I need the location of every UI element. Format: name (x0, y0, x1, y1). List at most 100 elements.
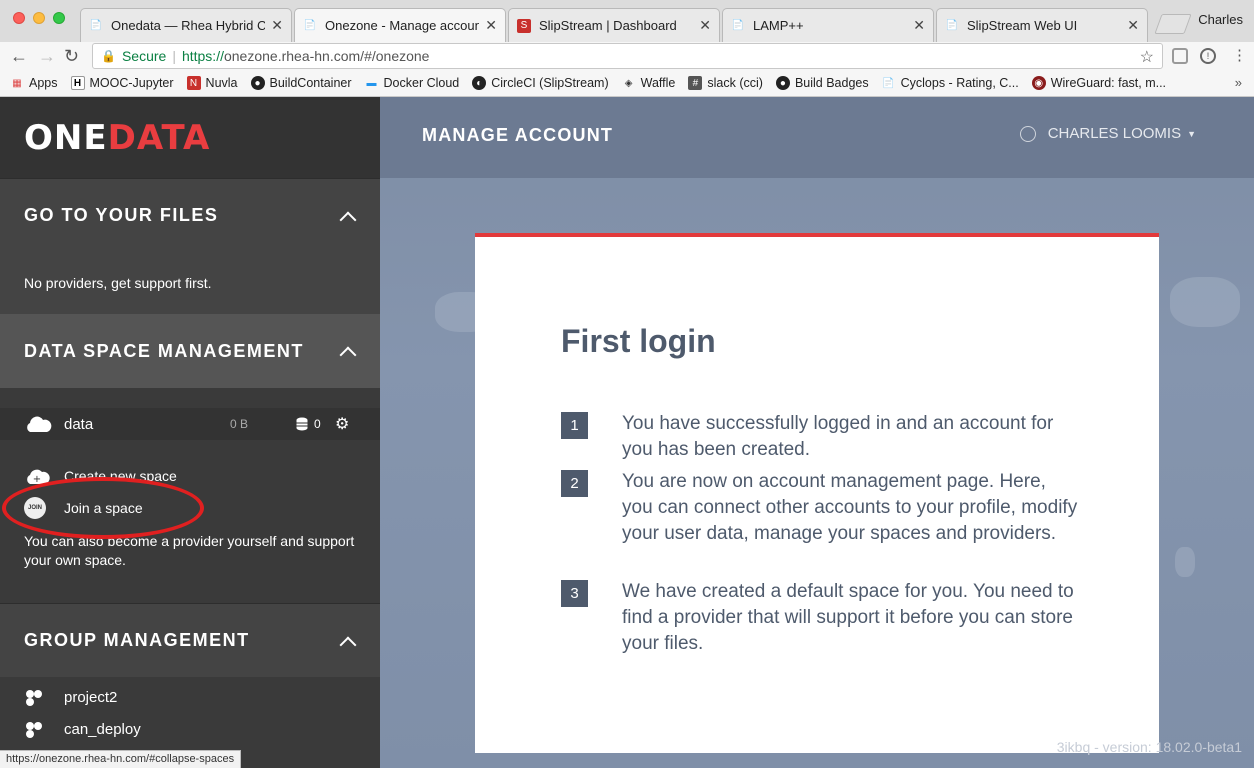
tab-title: Onezone - Manage account (325, 18, 480, 33)
space-name: data (64, 415, 94, 433)
logo-one: ONE (24, 117, 108, 158)
bookmark-circleci[interactable]: ◐ CircleCI (SlipStream) (472, 76, 609, 90)
close-tab-icon[interactable]: ✕ (913, 17, 925, 34)
caret-down-icon: ▼ (1187, 128, 1196, 139)
group-icon (24, 690, 44, 704)
logo[interactable]: ONEDATA (0, 97, 380, 178)
user-menu[interactable]: CHARLES LOOMIS ▼ (1019, 125, 1196, 142)
info-extension-icon[interactable]: ! (1200, 48, 1216, 64)
extension-icon[interactable] (1172, 48, 1188, 64)
step-text: You have successfully logged in and an a… (622, 413, 1054, 460)
chevron-up-icon[interactable] (340, 343, 356, 359)
providers-count: 0 (296, 417, 321, 431)
group-icon (24, 722, 44, 736)
close-window-button[interactable] (13, 12, 25, 24)
profile-name[interactable]: Charles (1198, 12, 1243, 27)
close-tab-icon[interactable]: ✕ (271, 17, 283, 34)
maximize-window-button[interactable] (53, 12, 65, 24)
bookmark-label: MOOC-Jupyter (89, 76, 174, 90)
slipstream-icon: S (517, 18, 531, 33)
bookmark-label: slack (cci) (707, 76, 763, 90)
address-bar[interactable]: 🔒 Secure | https://onezone.rhea-hn.com/#… (92, 43, 1163, 69)
group-item[interactable]: project2 (0, 681, 380, 713)
close-tab-icon[interactable]: ✕ (1127, 17, 1139, 34)
group-name: project2 (64, 688, 118, 706)
space-item[interactable]: data 0 B 0 ⚙ (0, 408, 380, 440)
browser-tab-strip: 📄 Onedata — Rhea Hybrid Clo ✕ 📄 Onezone … (0, 0, 1254, 42)
chevron-up-icon[interactable] (340, 633, 356, 649)
divider: | (172, 48, 176, 64)
bookmark-label: Build Badges (794, 76, 869, 90)
database-icon (296, 417, 308, 431)
browser-tab[interactable]: 📄 LAMP++ ✕ (722, 8, 934, 42)
bookmark-label: Nuvla (205, 76, 238, 90)
bookmark-docker-cloud[interactable]: ▬ Docker Cloud (365, 76, 460, 90)
bookmark-buildcontainer[interactable]: ● BuildContainer (250, 76, 352, 90)
gear-icon[interactable]: ⚙ (335, 414, 349, 434)
version-label: 3ikbq - version: 18.02.0-beta1 (1056, 739, 1242, 755)
tab-title: Onedata — Rhea Hybrid Clo (111, 18, 266, 33)
bookmark-star-icon[interactable]: ☆ (1140, 47, 1154, 67)
bookmark-label: Docker Cloud (383, 76, 460, 90)
close-tab-icon[interactable]: ✕ (699, 17, 711, 34)
waffle-icon: ◈ (624, 77, 633, 89)
wireguard-icon: ◉ (1031, 76, 1046, 90)
bookmarks-overflow-icon[interactable]: » (1235, 75, 1242, 90)
step-number: 1 (561, 412, 588, 439)
slack-icon: # (688, 76, 703, 90)
bookmark-cyclops[interactable]: 📄 Cyclops - Rating, C... (882, 76, 1019, 90)
main-content: MANAGE ACCOUNT CHARLES LOOMIS ▼ First lo… (380, 97, 1254, 768)
step-number: 2 (561, 470, 588, 497)
card-title: First login (561, 323, 716, 359)
tab-title: SlipStream | Dashboard (539, 18, 677, 33)
back-arrow-icon[interactable]: ← (10, 46, 28, 67)
step-item: 3 We have created a default space for yo… (561, 579, 1078, 657)
bookmark-mooc-jupyter[interactable]: H MOOC-Jupyter (70, 76, 174, 90)
github-icon: ● (775, 76, 790, 90)
bookmark-waffle[interactable]: ◈ Waffle (622, 76, 676, 90)
circleci-icon: ◐ (472, 76, 487, 90)
bookmarks-bar: ▦ Apps H MOOC-Jupyter N Nuvla ● BuildCon… (0, 70, 1254, 97)
group-section-header[interactable]: GROUP MANAGEMENT (0, 603, 380, 677)
first-login-card: First login 1 You have successfully logg… (475, 233, 1159, 753)
jupyter-icon: H (70, 76, 85, 90)
browser-tab-active[interactable]: 📄 Onezone - Manage account ✕ (294, 8, 506, 42)
bookmark-label: Cyclops - Rating, C... (900, 76, 1019, 90)
sidebar: ONEDATA GO TO YOUR FILES No providers, g… (0, 97, 380, 768)
minimize-window-button[interactable] (33, 12, 45, 24)
step-item: 2 You are now on account management page… (561, 469, 1078, 547)
close-tab-icon[interactable]: ✕ (485, 17, 497, 34)
files-section-header[interactable]: GO TO YOUR FILES (0, 178, 380, 252)
bookmark-wireguard[interactable]: ◉ WireGuard: fast, m... (1031, 76, 1167, 90)
menu-kebab-icon[interactable]: ⋮ (1232, 46, 1247, 64)
group-name: can_deploy (64, 720, 141, 738)
new-tab-button[interactable] (1154, 14, 1192, 34)
page-icon: 📄 (303, 20, 317, 31)
step-text: You are now on account management page. … (622, 471, 1078, 544)
browser-tab[interactable]: S SlipStream | Dashboard ✕ (508, 8, 720, 42)
page-icon: 📄 (945, 20, 959, 31)
group-list: project2 can_deploy (0, 677, 380, 745)
files-section-body: No providers, get support first. (0, 252, 380, 314)
highlight-annotation-circle (2, 477, 204, 539)
browser-tab[interactable]: 📄 SlipStream Web UI ✕ (936, 8, 1148, 42)
bookmark-label: BuildContainer (269, 76, 352, 90)
bookmark-apps[interactable]: ▦ Apps (10, 76, 58, 90)
url-scheme: https:// (181, 48, 224, 64)
bookmark-nuvla[interactable]: N Nuvla (186, 76, 238, 90)
bookmark-label: WireGuard: fast, m... (1050, 76, 1167, 90)
forward-arrow-icon[interactable]: → (38, 46, 56, 67)
cloud-icon (27, 416, 52, 432)
browser-tab[interactable]: 📄 Onedata — Rhea Hybrid Clo ✕ (80, 8, 292, 42)
bookmark-slack[interactable]: # slack (cci) (688, 76, 763, 90)
files-section-title: GO TO YOUR FILES (24, 205, 219, 225)
step-number: 3 (561, 580, 588, 607)
group-item[interactable]: can_deploy (0, 713, 380, 745)
space-section-header[interactable]: DATA SPACE MANAGEMENT (0, 314, 380, 388)
secure-label: Secure (121, 48, 167, 64)
bookmark-label: Apps (29, 76, 58, 90)
docker-icon: ▬ (366, 77, 377, 89)
chevron-up-icon[interactable] (340, 208, 356, 224)
bookmark-build-badges[interactable]: ● Build Badges (775, 76, 869, 90)
reload-icon[interactable]: ↻ (64, 46, 79, 67)
